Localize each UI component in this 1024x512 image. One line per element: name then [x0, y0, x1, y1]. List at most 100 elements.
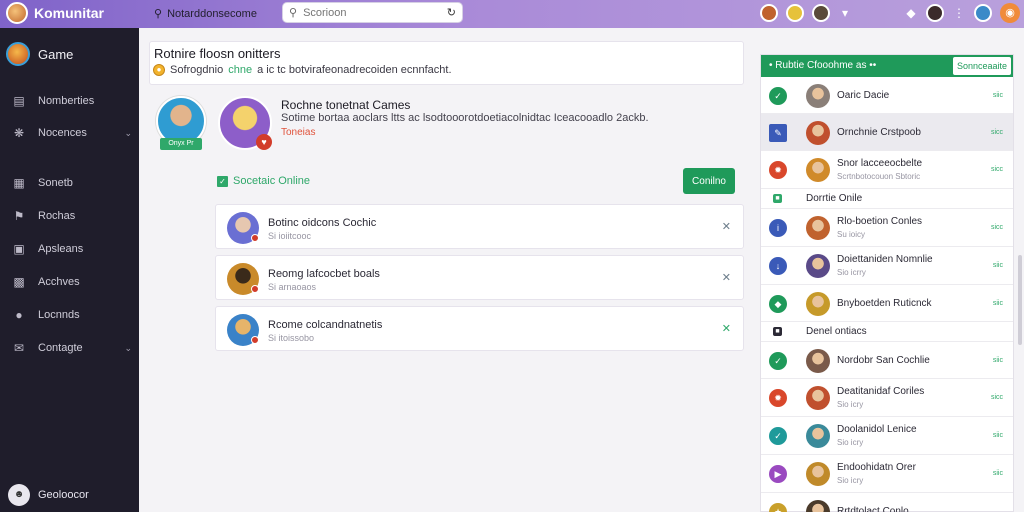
friend-row[interactable]: ▶ Endoohidatn Orer Sio icry siic: [761, 455, 1013, 493]
status-dot: [251, 336, 259, 344]
chevron-down-icon[interactable]: ▾: [838, 6, 852, 20]
friends-header-text: Rubtie Cfooohme as: [775, 60, 867, 71]
search-input[interactable]: [303, 6, 434, 19]
status-dot: [251, 285, 259, 293]
friend-row[interactable]: ✎ Ornchnie Crstpoob sicc: [761, 114, 1013, 151]
close-icon[interactable]: ✕: [722, 271, 731, 284]
friend-name: Oaric Dacie: [837, 89, 890, 101]
friend-name: Bnyboetden Ruticnck: [837, 297, 932, 309]
sidebar-item-6[interactable]: ● Locnnds: [12, 308, 132, 322]
friend-row[interactable]: ✓ Doolanidol Lenice Sio icry siic: [761, 417, 1013, 455]
member-card[interactable]: Reomg lafcocbet boals Si arnaoaos ✕: [215, 255, 744, 300]
friend-time: sicc: [990, 166, 1003, 173]
arrow-down-icon: ↓: [769, 257, 787, 275]
avatar: [806, 83, 830, 108]
top-section-label[interactable]: ⚲ Notarddonsecome: [154, 7, 257, 21]
friend-row[interactable]: ◆ Bnyboetden Ruticnck siic: [761, 285, 1013, 322]
friend-name: Endoohidatn Orer: [837, 462, 916, 473]
coin-icon: ●: [153, 64, 165, 76]
friend-row[interactable]: ✹ Deatitanidaf Coriles Sio icry sicc: [761, 379, 1013, 417]
brand[interactable]: Komunitar: [6, 2, 104, 24]
friend-row[interactable]: ↓ Doiettaniden Nomnlie Sio icrry siic: [761, 247, 1013, 285]
friend-row[interactable]: ✓ Oaric Dacie siic: [761, 77, 1013, 114]
friends-section-header: ■ Dorrtie Onile: [761, 189, 1013, 209]
notice-text-highlight[interactable]: chne: [228, 64, 252, 76]
sidebar-item-7[interactable]: ✉ Contagte ⌄: [12, 341, 132, 355]
play-icon: ▶: [769, 465, 787, 483]
close-icon[interactable]: ✕: [722, 322, 731, 335]
friends-panel-header: • Rubtie Cfooohme as •• Sonnceaaite: [761, 55, 1013, 77]
sidebar-item-0[interactable]: ▤ Nomberties: [12, 94, 132, 108]
member-card[interactable]: Rcome colcandnatnetis Si itoissobo ✕: [215, 306, 744, 351]
section-label-text: Notarddonsecome: [167, 7, 257, 20]
friend-row[interactable]: i Rlo-boetion Conles Su ioicy sicc: [761, 209, 1013, 247]
more-vertical-icon[interactable]: ⋮: [952, 6, 966, 20]
friend-time: siic: [992, 432, 1003, 439]
search-box[interactable]: ⚲ ↻: [282, 2, 463, 23]
friends-panel-title: • Rubtie Cfooohme as ••: [769, 60, 877, 71]
avatar[interactable]: [974, 4, 992, 22]
sidebar-item-5[interactable]: ▩ Acchves: [12, 275, 132, 289]
close-icon[interactable]: ✕: [722, 220, 731, 233]
archive-icon: ▩: [13, 275, 25, 289]
friend-row[interactable]: ★ Rrtdtolact Conlo: [761, 493, 1013, 512]
notice-card: Rotnire floosn onitters ● Sofrogdnio chne…: [149, 41, 744, 85]
flag-icon: ⚑: [13, 209, 25, 223]
scrollbar[interactable]: [1018, 255, 1022, 345]
sidebar-game-label: Game: [38, 46, 74, 62]
sidebar: Game ▤ Nomberties ❋ Nocences ⌄ ▦ Sonetb …: [0, 28, 139, 512]
sidebar-game[interactable]: Game: [6, 42, 73, 66]
star-icon: ★: [769, 502, 787, 512]
friend-time: siic: [992, 262, 1003, 269]
member-name: Rcome colcandnatnetis: [268, 319, 383, 331]
refresh-icon[interactable]: ↻: [447, 6, 456, 19]
friends-header-button[interactable]: Sonnceaaite: [953, 57, 1011, 75]
check-icon: ✓: [769, 351, 787, 370]
friend-name: Doiettaniden Nomnlie: [837, 254, 933, 265]
friend-row[interactable]: ✹ Snor lacceeocbelte Scrtnbotocouon Sbtori…: [761, 151, 1013, 189]
brand-name: Komunitar: [34, 5, 104, 21]
friend-sub: Su ioicy: [837, 230, 866, 239]
check-icon: ✓: [769, 86, 787, 105]
online-button[interactable]: Conilno: [683, 168, 735, 194]
fire-icon: ✹: [769, 161, 787, 179]
friend-name: Snor lacceeocbelte: [837, 158, 923, 169]
document-icon: ▤: [13, 94, 25, 108]
avatar[interactable]: [812, 4, 830, 22]
user-icon: ☻: [8, 484, 30, 506]
avatar[interactable]: [760, 4, 778, 22]
friend-time: sicc: [990, 224, 1003, 231]
avatar[interactable]: [786, 4, 804, 22]
friend-sub: Sio icry: [837, 476, 864, 485]
avatar: [806, 158, 830, 182]
sidebar-item-1[interactable]: ❋ Nocences ⌄: [12, 126, 132, 140]
sidebar-item-2[interactable]: ▦ Sonetb: [12, 176, 132, 190]
sidebar-item-4[interactable]: ▣ Apsleans: [12, 242, 132, 256]
sidebar-user[interactable]: ☻ Geoloocor: [8, 484, 89, 506]
friends-section-label: Denel ontiacs: [806, 326, 867, 337]
section-square-icon: ■: [773, 194, 782, 203]
shield-icon[interactable]: ◆: [904, 6, 918, 20]
friend-row[interactable]: ✓ Nordobr San Cochlie siic: [761, 342, 1013, 379]
game-description: Sotime bortaa aoclars ltts ac lsodtoooro…: [281, 112, 649, 124]
friend-sub: Sio icrry: [837, 268, 866, 277]
section-square-icon: ■: [773, 327, 782, 336]
hero-badge: Onyx Pr: [160, 138, 202, 150]
friend-sub: Sio icry: [837, 438, 864, 447]
online-heading-text: Socetaic Online: [233, 175, 311, 187]
sidebar-item-3[interactable]: ⚑ Rochas: [12, 209, 132, 223]
status-dot: [251, 234, 259, 242]
member-sub: Si ioiitcooc: [268, 231, 312, 241]
search-icon: ⚲: [154, 8, 163, 20]
game-link[interactable]: Toneias: [281, 127, 315, 138]
game-title: Rochne tonetnat Cames: [281, 98, 411, 112]
friend-name: Doolanidol Lenice: [837, 424, 917, 435]
friend-time: siic: [992, 299, 1003, 307]
avatar[interactable]: [926, 4, 944, 22]
friend-name: Deatitanidaf Coriles: [837, 386, 925, 397]
notification-icon[interactable]: ◉: [1000, 3, 1020, 23]
avatar: [806, 291, 830, 316]
friend-time: sicc: [990, 394, 1003, 401]
member-card[interactable]: Botinc oidcons Cochic Si ioiitcooc ✕: [215, 204, 744, 249]
friend-time: siic: [992, 91, 1003, 99]
